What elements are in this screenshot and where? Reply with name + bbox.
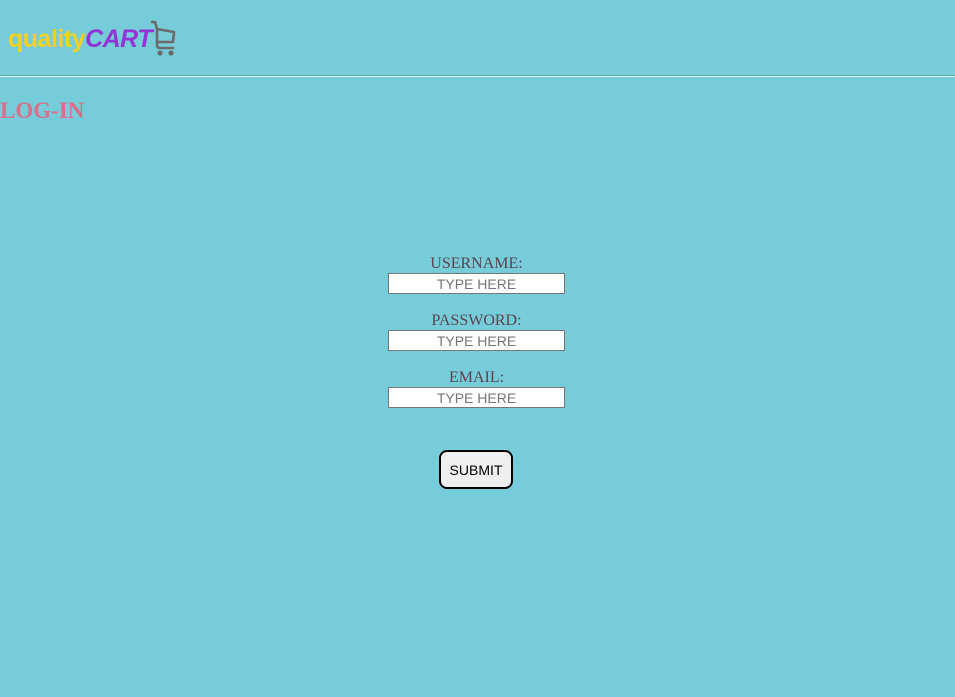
login-form: USERNAME: PASSWORD: EMAIL: bbox=[388, 254, 565, 425]
email-input[interactable] bbox=[388, 387, 565, 408]
username-field-group: USERNAME: bbox=[388, 254, 565, 294]
email-field-group: EMAIL: bbox=[388, 368, 565, 408]
page-title: LOG-IN bbox=[0, 98, 85, 123]
submit-button[interactable]: SUBMIT bbox=[439, 450, 513, 489]
username-label: USERNAME: bbox=[430, 255, 523, 272]
email-label: EMAIL: bbox=[448, 369, 505, 386]
logo-text-cart: CART bbox=[85, 25, 153, 53]
site-header: quality CART bbox=[0, 0, 955, 76]
password-label: PASSWORD: bbox=[431, 312, 522, 329]
site-logo[interactable]: quality CART bbox=[8, 18, 178, 58]
submit-container: SUBMIT bbox=[439, 450, 513, 489]
shopping-cart-icon bbox=[150, 20, 176, 56]
password-field-group: PASSWORD: bbox=[388, 311, 565, 351]
logo-text-quality: quality bbox=[8, 25, 86, 53]
header-divider bbox=[0, 75, 955, 77]
password-input[interactable] bbox=[388, 330, 565, 351]
username-input[interactable] bbox=[388, 273, 565, 294]
